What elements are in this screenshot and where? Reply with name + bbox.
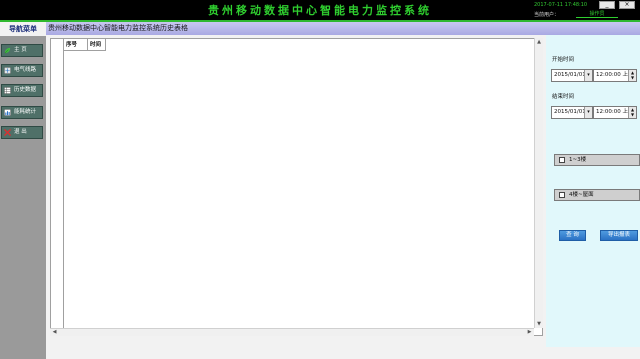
horizontal-scrollbar[interactable]: ◀ ▶ [50,328,534,336]
end-time-picker[interactable]: 12:00:00 上午 ▲ ▼ [593,106,637,119]
sidebar-item-energy-stats[interactable]: 能耗统计 [1,106,43,119]
circuit-icon [4,67,11,74]
scroll-right-icon[interactable]: ▶ [526,329,533,336]
scroll-down-icon[interactable]: ▼ [536,321,542,327]
end-date-picker[interactable]: 2015/01/01 ▾ [551,106,593,119]
chevron-down-icon[interactable]: ▾ [584,70,592,81]
chevron-down-icon[interactable]: ▾ [584,107,592,118]
row-header-column [51,39,64,335]
table-title: 贵州移动数据中心智能电力监控系统历史表格 [46,22,640,35]
sidebar-item-history-data[interactable]: 历史数据 [1,84,43,97]
sidebar-item-label: 电气线路 [14,67,37,73]
current-user-label: 当前用户： [534,12,560,18]
table-header: 序号 时间 [64,39,106,51]
floor-group-2-checkbox[interactable]: 4楼~屋面 [554,189,640,201]
sidebar: 导航菜单 主 页 电气线路 历史数据 能耗统计 退 出 [0,22,46,359]
start-date-picker[interactable]: 2015/01/01 ▾ [551,69,593,82]
current-user-name: 操作员 [576,10,618,18]
query-button[interactable]: 查 询 [559,230,586,241]
start-date-value: 2015/01/01 [554,72,586,78]
spinner-icon[interactable]: ▲ ▼ [628,107,636,118]
scroll-left-icon[interactable]: ◀ [51,329,58,336]
sidebar-item-electrical-lines[interactable]: 电气线路 [1,64,43,77]
checkbox-icon[interactable] [559,157,565,163]
exit-icon [4,129,11,136]
table-icon [4,87,11,94]
column-header-seq[interactable]: 序号 [64,39,88,51]
close-button[interactable]: × [619,1,635,9]
end-time-label: 结束时间 [552,94,575,100]
minimize-button[interactable]: _ [599,1,615,9]
sidebar-item-exit[interactable]: 退 出 [1,126,43,139]
status-strip [46,347,640,359]
leaf-icon [4,47,11,54]
floor-group-1-label: 1~3楼 [569,157,587,163]
spinner-icon[interactable]: ▲ ▼ [628,70,636,81]
sidebar-item-label: 历史数据 [14,87,37,93]
sidebar-item-label: 能耗统计 [14,109,37,115]
sidebar-title: 导航菜单 [0,22,46,36]
current-datetime: 2017-07-11 17:48:10 [534,2,588,8]
vertical-scrollbar[interactable]: ▲ ▼ [534,38,543,328]
column-header-time[interactable]: 时间 [88,39,106,51]
checkbox-icon[interactable] [559,192,565,198]
end-date-value: 2015/01/01 [554,109,586,115]
sidebar-item-label: 主 页 [14,47,27,53]
header-bar: 贵州移动数据中心智能电力监控系统 2017-07-11 17:48:10 当前用… [0,0,640,20]
start-time-picker[interactable]: 12:00:00 上午 ▲ ▼ [593,69,637,82]
floor-group-1-checkbox[interactable]: 1~3楼 [554,154,640,166]
history-table[interactable]: 序号 时间 [50,38,543,336]
start-time-label: 开始时间 [552,57,575,63]
chart-icon [4,109,11,116]
sidebar-item-home[interactable]: 主 页 [1,44,43,57]
floor-group-2-label: 4楼~屋面 [569,192,594,198]
sidebar-item-label: 退 出 [14,129,27,135]
app-window: 贵州移动数据中心智能电力监控系统 2017-07-11 17:48:10 当前用… [0,0,640,359]
export-report-button[interactable]: 导出报表 [600,230,638,241]
scroll-up-icon[interactable]: ▲ [536,39,542,45]
